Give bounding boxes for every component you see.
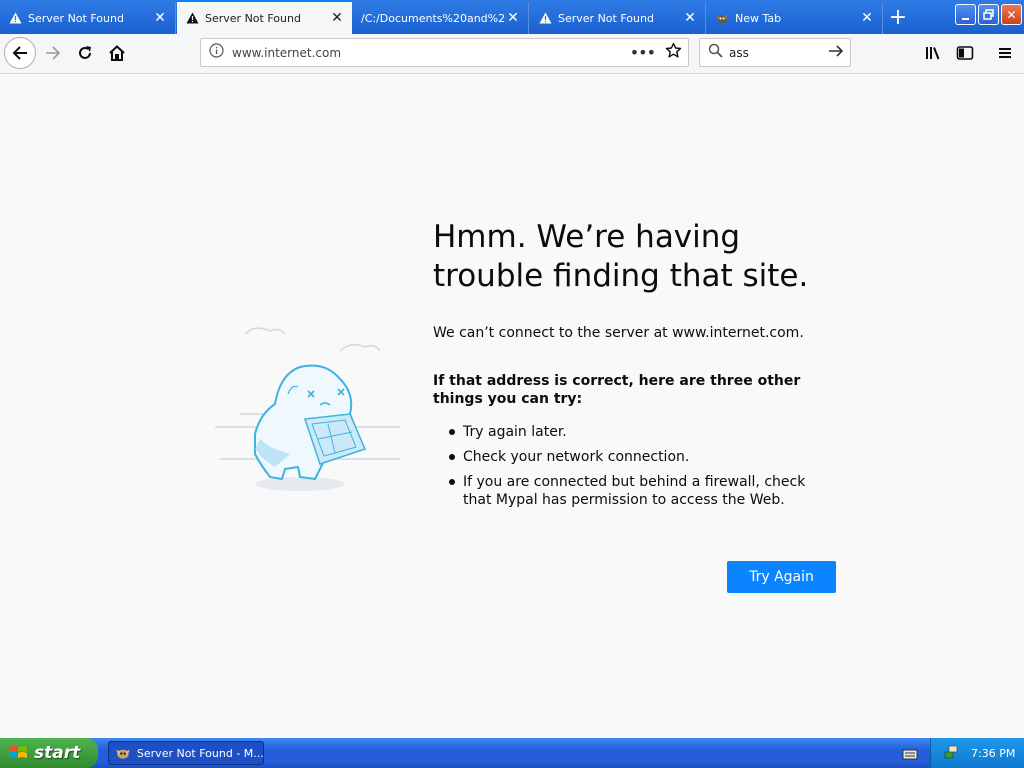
mypal-icon — [715, 11, 729, 25]
windows-logo-icon — [9, 746, 27, 758]
tab-title: New Tab — [735, 11, 782, 25]
system-tray: 7:36 PM — [930, 738, 1024, 768]
home-icon — [109, 45, 125, 61]
error-title: Hmm. We’re having trouble finding that s… — [433, 219, 809, 294]
bookmark-star-icon[interactable] — [665, 42, 682, 63]
url-text[interactable]: www.internet.com — [232, 46, 630, 60]
back-button[interactable] — [4, 37, 36, 69]
clock[interactable]: 7:36 PM — [971, 747, 1015, 760]
keyboard-icon[interactable] — [902, 746, 918, 765]
tab-title: /C:/Documents%20and%20 — [361, 11, 506, 25]
suggestions-heading: If that address is correct, here are thr… — [433, 373, 801, 407]
taskbar-window-button[interactable]: Server Not Found - M... — [108, 741, 264, 765]
search-icon — [708, 43, 723, 62]
tab-4[interactable]: Server Not Found ✕ — [530, 2, 706, 34]
home-button[interactable] — [102, 38, 132, 68]
page-actions-icon[interactable]: ••• — [630, 43, 656, 62]
arrow-left-icon — [12, 46, 27, 60]
start-label: start — [34, 743, 81, 763]
forward-button[interactable] — [38, 38, 68, 68]
bullet-icon — [449, 429, 455, 435]
warning-icon — [8, 11, 22, 25]
tab-title: Server Not Found — [558, 11, 654, 25]
tab-close-icon[interactable]: ✕ — [330, 10, 344, 26]
error-illustration — [200, 319, 400, 503]
close-window-button[interactable]: ✕ — [1001, 4, 1022, 25]
error-description: We can’t connect to the server at www.in… — [433, 325, 804, 341]
search-input[interactable]: ass — [729, 46, 828, 60]
tab-title: Server Not Found — [205, 11, 301, 25]
navigation-toolbar: www.internet.com ••• ass — [0, 34, 1024, 74]
mypal-icon — [116, 749, 130, 759]
error-page: Hmm. We’re having trouble finding that s… — [0, 74, 1024, 738]
new-tab-button[interactable]: + — [884, 4, 912, 30]
tab-close-icon[interactable]: ✕ — [860, 10, 874, 26]
tab-close-icon[interactable]: ✕ — [683, 10, 697, 26]
taskbar: start Server Not Found - M... 7:36 PM — [0, 738, 1024, 768]
bullet-icon — [449, 479, 455, 485]
suggestion-text: If you are connected but behind a firewa… — [463, 474, 806, 508]
warning-icon — [538, 11, 552, 25]
network-icon[interactable] — [943, 744, 959, 763]
arrow-right-icon — [46, 46, 61, 60]
list-item: Check your network connection. — [433, 448, 833, 466]
start-button[interactable]: start — [0, 738, 98, 768]
tab-3[interactable]: /C:/Documents%20and%20 ✕ — [353, 2, 529, 34]
tab-title: Server Not Found — [28, 11, 124, 25]
close-icon: ✕ — [1006, 7, 1017, 22]
list-item: If you are connected but behind a firewa… — [433, 473, 833, 509]
info-icon[interactable] — [209, 43, 224, 62]
sidebar-icon — [956, 46, 974, 60]
reload-icon — [79, 46, 91, 59]
restore-button[interactable] — [978, 4, 999, 25]
tab-strip: Server Not Found ✕ Server Not Found ✕ /C… — [0, 0, 1024, 34]
library-button[interactable] — [918, 38, 948, 68]
search-bar[interactable]: ass — [699, 38, 851, 67]
suggestion-text: Check your network connection. — [463, 449, 690, 465]
minimize-icon — [962, 17, 969, 20]
tab-2[interactable]: Server Not Found ✕ — [177, 0, 352, 34]
sidebar-button[interactable] — [950, 38, 980, 68]
warning-icon — [185, 11, 199, 25]
tab-5[interactable]: New Tab ✕ — [707, 2, 883, 34]
library-icon — [926, 47, 940, 60]
suggestions-list: Try again later. Check your network conn… — [433, 423, 833, 516]
bullet-icon — [449, 454, 455, 460]
reload-button[interactable] — [70, 38, 100, 68]
taskbar-window-label: Server Not Found - M... — [136, 746, 263, 760]
menu-button[interactable] — [990, 38, 1020, 68]
url-bar[interactable]: www.internet.com ••• — [200, 38, 689, 67]
tab-close-icon[interactable]: ✕ — [506, 10, 520, 26]
list-item: Try again later. — [433, 423, 833, 441]
try-again-button[interactable]: Try Again — [727, 561, 836, 593]
tab-close-icon[interactable]: ✕ — [153, 10, 167, 26]
search-go-icon[interactable] — [828, 43, 844, 62]
minimize-button[interactable] — [955, 4, 976, 25]
suggestion-text: Try again later. — [463, 424, 567, 440]
hamburger-menu-icon — [999, 48, 1011, 58]
restore-icon — [983, 9, 994, 20]
tab-1[interactable]: Server Not Found ✕ — [0, 2, 176, 34]
